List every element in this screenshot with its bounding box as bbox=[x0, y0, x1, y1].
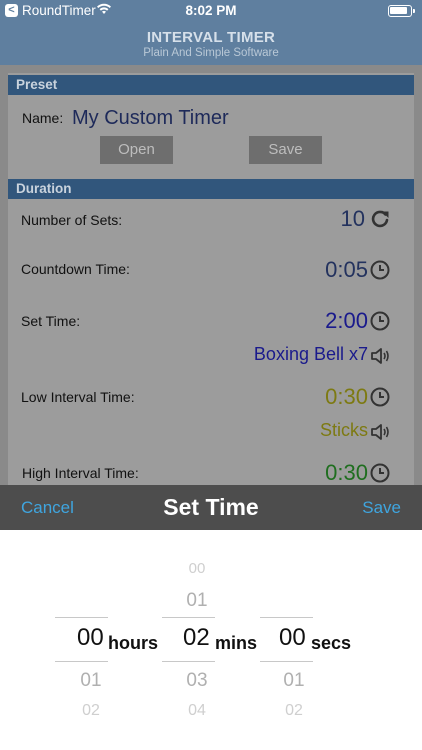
mins-option[interactable]: 03 bbox=[167, 670, 227, 692]
secs-selected[interactable]: 00 bbox=[279, 624, 306, 652]
secs-unit-label: secs bbox=[311, 633, 352, 653]
hours-selection-top-line bbox=[55, 617, 108, 618]
low-interval-value[interactable]: 0:30 bbox=[325, 384, 368, 410]
duration-section-header: Duration bbox=[8, 179, 414, 199]
secs-option[interactable]: 02 bbox=[264, 702, 324, 720]
low-interval-label: Low Interval Time: bbox=[21, 389, 135, 405]
save-preset-button[interactable]: Save bbox=[249, 136, 322, 164]
mins-selection-top-line bbox=[162, 617, 215, 618]
app-subtitle: Plain And Simple Software bbox=[143, 47, 279, 59]
preset-section-header: Preset bbox=[8, 75, 414, 95]
picker-toolbar: Cancel Set Time Save bbox=[0, 485, 422, 530]
open-preset-button[interactable]: Open bbox=[100, 136, 173, 164]
set-sound-value[interactable]: Boxing Bell x7 bbox=[254, 344, 368, 365]
hours-option[interactable]: 01 bbox=[61, 670, 121, 692]
high-interval-label: High Interval Time: bbox=[22, 465, 139, 481]
refresh-icon[interactable] bbox=[369, 208, 391, 230]
secs-selection-bottom-line bbox=[260, 661, 313, 662]
app-title: INTERVAL TIMER bbox=[146, 29, 276, 46]
mins-selection-bottom-line bbox=[162, 661, 215, 662]
clock-icon[interactable] bbox=[369, 310, 391, 332]
battery-icon bbox=[388, 5, 415, 17]
speaker-icon[interactable] bbox=[369, 345, 391, 367]
speaker-icon[interactable] bbox=[369, 421, 391, 443]
hours-unit-label: hours bbox=[108, 633, 159, 653]
save-button[interactable]: Save bbox=[362, 498, 401, 518]
low-sound-value[interactable]: Sticks bbox=[320, 420, 368, 441]
picker-title: Set Time bbox=[163, 494, 259, 520]
preset-name-value[interactable]: My Custom Timer bbox=[72, 107, 229, 130]
mins-option[interactable]: 04 bbox=[167, 702, 227, 720]
time-picker[interactable]: 01 02 00 hours 00 01 02 mins 03 04 00 se… bbox=[0, 530, 422, 750]
status-time: 8:02 PM bbox=[185, 3, 237, 18]
countdown-value[interactable]: 0:05 bbox=[325, 257, 368, 283]
sets-label: Number of Sets: bbox=[21, 212, 123, 228]
status-bar: < RoundTimer 8:02 PM bbox=[0, 0, 422, 24]
hours-option[interactable]: 02 bbox=[61, 702, 121, 720]
set-time-value[interactable]: 2:00 bbox=[325, 308, 368, 334]
hours-selection-bottom-line bbox=[55, 661, 108, 662]
set-time-label: Set Time: bbox=[21, 313, 81, 329]
preset-name-label: Name: bbox=[22, 110, 64, 126]
clock-icon[interactable] bbox=[369, 386, 391, 408]
sets-value[interactable]: 10 bbox=[341, 206, 365, 232]
mins-option[interactable]: 00 bbox=[167, 560, 227, 577]
high-interval-value[interactable]: 0:30 bbox=[325, 460, 368, 485]
secs-option[interactable]: 01 bbox=[264, 670, 324, 692]
secs-selection-top-line bbox=[260, 617, 313, 618]
clock-icon[interactable] bbox=[369, 259, 391, 281]
timer-settings: Preset Name: My Custom Timer Open Save D… bbox=[0, 65, 422, 485]
mins-unit-label: mins bbox=[215, 633, 258, 653]
app-header: < RoundTimer 8:02 PM INTERVAL TIMER Plai… bbox=[0, 0, 422, 65]
clock-icon[interactable] bbox=[369, 462, 391, 484]
hours-selected[interactable]: 00 bbox=[77, 624, 104, 652]
mins-selected[interactable]: 02 bbox=[183, 624, 210, 652]
mins-option[interactable]: 01 bbox=[167, 590, 227, 612]
countdown-label: Countdown Time: bbox=[21, 261, 130, 277]
